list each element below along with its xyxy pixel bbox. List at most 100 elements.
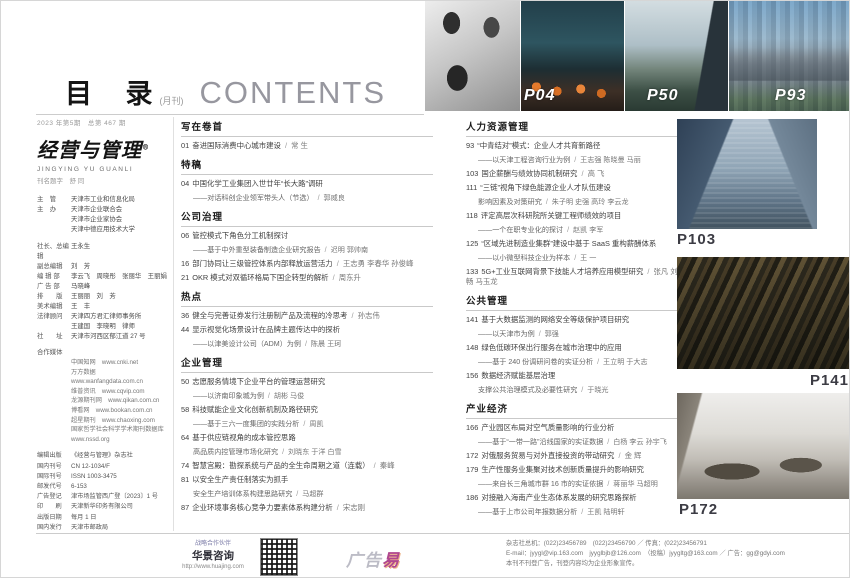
toc-entry-page-number: 141 <box>466 315 478 324</box>
toc-entry-title: 奋进国际消费中心城市建设 <box>192 141 281 150</box>
toc-entry-author: 迟明 郭帅南 <box>331 246 368 254</box>
toc-section-rule <box>181 306 433 307</box>
toc-entry-sub-text: ——对话科创企业领军带头人（节选） <box>193 194 314 202</box>
toc-entry-title: 国企薪酬与绩效协同机制研究 <box>481 169 577 178</box>
toc-entry-sub: ——基于中外重型装备制造企业研究报告 / 迟明 郭帅南 <box>193 245 433 255</box>
toc-entry-sub-text: ——以津美设计公司（ADM）为例 <box>193 340 301 348</box>
toc-entry-title: 基于大数据监测的网络安全等级保护项目研究 <box>481 315 629 324</box>
toc-entry: 186对接融入海南产业生态体系发展的研究思路探析 <box>466 493 678 503</box>
toc-entry: 58科技赋能企业文化创新机制及路径研究 <box>181 405 433 415</box>
toc-entry-separator: / <box>303 340 309 348</box>
toc-entry-sub: ——以津美设计公司（ADM）为例 / 陈晨 王珂 <box>193 339 433 349</box>
masthead-org-row: 主 办天津市企业联合会 <box>37 205 169 215</box>
partner-media-block: 合作媒体 中国知网 www.cnki.net万方数据 www.wanfangda… <box>37 348 169 444</box>
masthead-org-row-label <box>37 215 71 225</box>
toc-section-rule <box>181 372 433 373</box>
contents-title-cn: 目 录 <box>65 81 166 108</box>
toc-entry-title: 显示视觉化场景设计在品牌主题传达中的探析 <box>192 325 340 334</box>
masthead-staff-row-label: 编 辑 部 <box>37 272 71 282</box>
publisher-rows: 主 管天津市工业和信息化局主 办天津市企业联合会天津市企业家协会天津中德应用技术… <box>37 195 169 235</box>
masthead-pub-row-label: 出版日期 <box>37 513 71 523</box>
toc-entry-author: 蒋丽华 马超明 <box>613 480 658 488</box>
toc-entry-page-number: 58 <box>181 405 189 414</box>
registered-mark: ® <box>142 142 150 151</box>
toc-entry-title: 5G+工业互联网背景下技能人才培养应用模型研究 <box>481 267 643 276</box>
toc-entry-sub-text: ——以济南印象城为例 <box>193 392 264 400</box>
toc-entry: 64基于供应链视角的成本管控思路 <box>181 433 433 443</box>
toc-entry-page-number: 148 <box>466 343 478 352</box>
side-photo-towers <box>677 119 817 229</box>
toc-section-title: 产业经济 <box>466 401 678 415</box>
toc-entry-sub: ——基于“一带一路”沿线国家的实证数据 / 白杨 李云 孙宇飞 <box>478 437 678 447</box>
side-photo-page-label: P172 <box>679 501 718 518</box>
side-photo-retail <box>677 393 849 499</box>
masthead-pub-row: 广告登记津市场监管西广登〔2023〕1 号 <box>37 492 169 502</box>
toc-entry-author: 王凯 陆明轩 <box>587 508 624 516</box>
toc-entry-title: 评定高层次科研院所关键工程师绩效的项目 <box>481 211 621 220</box>
masthead-staff-row-label: 法律顾问 <box>37 312 71 322</box>
toc-entry-author: 刘晓东 于洋 白雪 <box>288 448 342 456</box>
partner-media-label: 合作媒体 <box>37 348 71 358</box>
toc-entry-sub: ——以天津工程咨询行业为例 / 王志强 陈晓曼 马丽 <box>478 155 678 165</box>
side-photo-ceiling <box>677 257 849 369</box>
masthead-staff-row-value: 刘 芳 <box>71 262 169 272</box>
toc-entry-page-number: 111 <box>466 183 477 192</box>
masthead-staff-row-label: 社 址 <box>37 332 71 342</box>
toc-entry-separator: / <box>565 226 571 234</box>
toc-entry-author: 王志强 陈晓曼 马丽 <box>580 156 641 164</box>
masthead-staff-row-value: 王 丰 <box>71 302 169 312</box>
partner-site: 万方数据 www.wanfangdata.com.cn <box>71 368 169 387</box>
toc-entry-separator: / <box>323 246 329 254</box>
masthead-staff-row: 法律顾问天津四方君汇律师事务所 <box>37 312 169 322</box>
masthead-org-row-value: 天津市企业家协会 <box>71 215 169 225</box>
toc-entry: 179生产性服务业集聚对技术创新质量提升的影响研究 <box>466 465 678 475</box>
masthead-org-row-label: 主 办 <box>37 205 71 215</box>
toc-entry-author: 王 一 <box>580 254 596 262</box>
masthead-staff-row-label: 美术编辑 <box>37 302 71 312</box>
toc-entry-separator: / <box>280 448 286 456</box>
toc-entry-sub: ——来自长三角城市群 16 市的实证依据 / 蒋丽华 马超明 <box>478 479 678 489</box>
photo-page-label: P04 <box>524 87 555 105</box>
toc-entry: 04中国化学工业集团入世廿年“长大路”调研 <box>181 179 433 189</box>
toc-entry-sub-text: ——以小微型科技企业为样本 <box>478 254 570 262</box>
toc-entry-sub-text: ——基于 240 份调研问卷的实证分析 <box>478 358 593 366</box>
partner-site: 龙源期刊网 www.qikan.com.cn <box>71 396 169 406</box>
toc-column-right: 人力资源管理93“中青结对”模式：企业人才共育新路径——以天津工程咨询行业为例 … <box>466 119 678 523</box>
masthead-org-row-label <box>37 225 71 235</box>
toc-entry: 141基于大数据监测的网络安全等级保护项目研究 <box>466 315 678 325</box>
toc-entry-separator: / <box>595 358 601 366</box>
toc-section: 公司治理06管控模式下角色分工机制探讨——基于中外重型装备制造企业研究报告 / … <box>181 209 433 283</box>
toc-section-title: 公共管理 <box>466 293 678 307</box>
toc-entry: 16部门协同让三级管控体系内部释放运营活力 / 王志勇 李春华 孙俊峰 <box>181 259 433 269</box>
masthead-pub-row: 印 刷天津新华印务有限公司 <box>37 502 169 512</box>
toc-entry-author: 白杨 李云 孙宇飞 <box>613 438 667 446</box>
toc-entry-title: 企业环境事务核心竞争力要素体系构建分析 <box>192 503 332 512</box>
masthead-org-row-label: 主 管 <box>37 195 71 205</box>
partner-site: 国家哲学社会科学学术期刊数据库 <box>71 425 169 435</box>
toc-entry-sub-text: 支撑公共治理模式及必要性研究 <box>478 386 577 394</box>
toc-entry: 44显示视觉化场景设计在品牌主题传达中的探析 <box>181 325 433 335</box>
toc-entry-author: 马超群 <box>302 490 323 498</box>
toc-entry-sub-text: ——基于“一带一路”沿线国家的实证数据 <box>478 438 603 446</box>
toc-entry-separator: / <box>301 420 307 428</box>
toc-entry-separator: / <box>294 490 300 498</box>
masthead-staff-row-label: 社长、总编辑 <box>37 242 71 262</box>
issue-line: 2023 年第5期 总第 467 期 <box>37 117 169 127</box>
toc-entry: 01奋进国际消费中心城市建设 / 常 生 <box>181 141 433 151</box>
masthead-org-row: 天津市企业家协会 <box>37 215 169 225</box>
toc-section: 企业管理50志愿服务情境下企业平台的管理运营研究——以济南印象城为例 / 胡彬 … <box>181 355 433 513</box>
toc-entry-author: 秦峰 <box>380 461 395 470</box>
toc-entry-author: 郭强 <box>545 330 559 338</box>
masthead-pub-row-label: 国内发行 <box>37 523 71 533</box>
toc-entry-title: 科技赋能企业文化创新机制及路径研究 <box>192 405 318 414</box>
toc-entry-separator: / <box>579 508 585 516</box>
masthead-staff-row: 编 辑 部李云飞 周晓彤 张丽华 王丽娟 <box>37 272 169 282</box>
side-photo-page-label: P103 <box>677 231 716 248</box>
toc-entry: 21OKR 模式对双循环格局下国企转型的解析 / 周东升 <box>181 273 433 283</box>
guanggaoyi-logo-color: 易 <box>382 551 400 570</box>
toc-entry: 06管控模式下角色分工机制探讨 <box>181 231 433 241</box>
masthead-pub-row-label: 编辑出版 <box>37 451 71 461</box>
toc-section: 人力资源管理93“中青结对”模式：企业人才共育新路径——以天津工程咨询行业为例 … <box>466 119 678 287</box>
toc-column-left: 写在卷首01奋进国际消费中心城市建设 / 常 生特稿04中国化学工业集团入世廿年… <box>181 119 433 519</box>
masthead-pub-row: 出版日期每月 1 日 <box>37 513 169 523</box>
